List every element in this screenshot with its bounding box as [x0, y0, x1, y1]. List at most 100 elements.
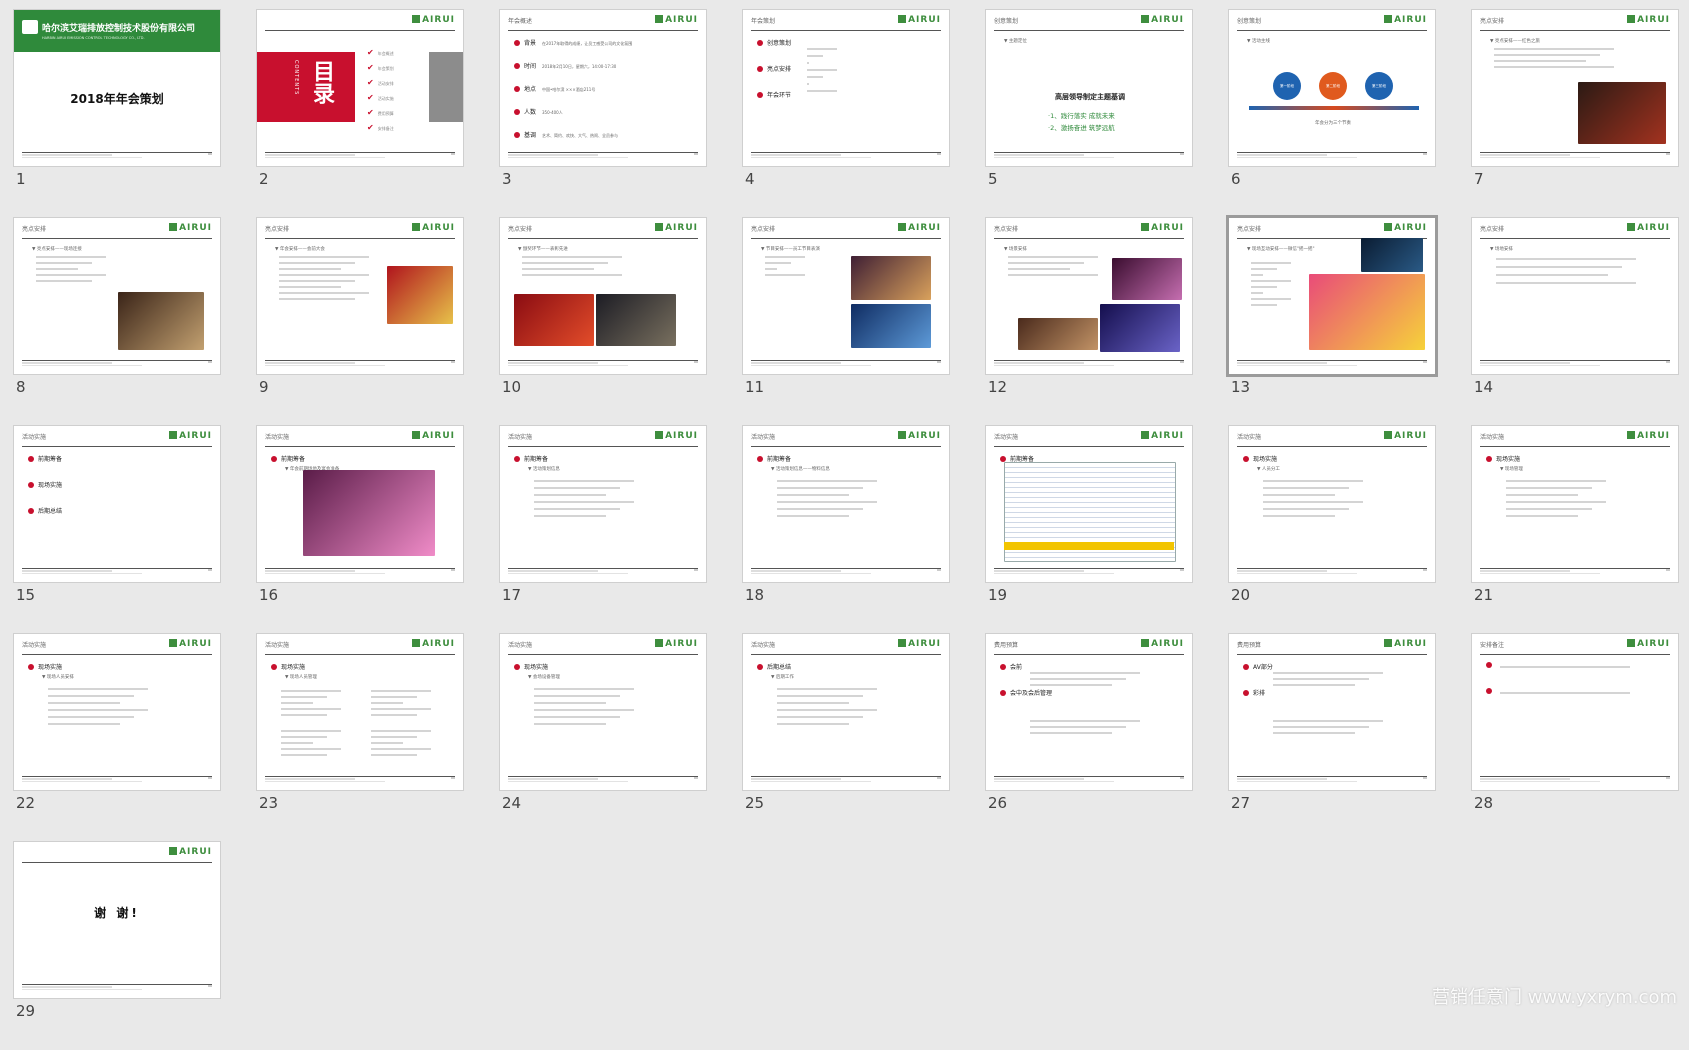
- slide-thumbnail-15[interactable]: 活动实施 AIRUI 前期筹备 现场实施 后期总结 15: [14, 426, 220, 634]
- slide-canvas[interactable]: 活动实施 AIRUI 后期总结 ▼ 后期工作: [743, 634, 949, 790]
- slide-thumbnail-22[interactable]: 活动实施 AIRUI 现场实施 ▼ 现场人员安排 22: [14, 634, 220, 842]
- sub-heading: ▼ 现场互动安排——微信"摇一摇": [1247, 247, 1315, 252]
- text-line: [36, 262, 92, 264]
- bullet-item: [1486, 662, 1496, 669]
- page-number: [208, 985, 212, 987]
- slide-thumbnail-21[interactable]: 活动实施 AIRUI 现场实施 ▼ 现场管理 21: [1472, 426, 1678, 634]
- slide-thumbnail-7[interactable]: 亮点安排 AIRUI ▼ 亮点安排——红色之旅 7: [1472, 10, 1678, 218]
- slide-canvas[interactable]: 亮点安排 AIRUI ▼ 亮点安排——红色之旅: [1472, 10, 1678, 166]
- slide-thumbnail-5[interactable]: 创意策划 AIRUI ▼ 主题定位 高层领导制定主题基调 ·1、践行落实 成就未来 ·2、…: [986, 10, 1192, 218]
- slide-canvas[interactable]: 亮点安排 AIRUI ▼ 场地安排: [1472, 218, 1678, 374]
- slide-canvas[interactable]: 活动实施 AIRUI 现场实施 ▼ 现场管理: [1472, 426, 1678, 582]
- slide-canvas[interactable]: 创意策划 AIRUI ▼ 活动主线 第一阶段 第二阶段 第三阶段 年会分为三个节奏: [1229, 10, 1435, 166]
- slide-section-title: 亮点安排: [508, 226, 533, 233]
- slide-thumbnail-28[interactable]: 安排备注 AIRUI 28: [1472, 634, 1678, 842]
- slide-thumbnail-27[interactable]: 费用预算 AIRUI AV部分 彩排 27: [1229, 634, 1435, 842]
- slide-canvas[interactable]: 活动实施 AIRUI 前期筹备 现场实施 后期总结: [14, 426, 220, 582]
- slide-thumbnail-4[interactable]: 年会策划 AIRUI 创意策划 亮点安排 年会环节 4: [743, 10, 949, 218]
- slide-section-title: 活动实施: [1237, 434, 1262, 441]
- airui-logo-icon: [1141, 15, 1150, 23]
- footer-text: [1237, 362, 1327, 364]
- slide-thumbnail-12[interactable]: 亮点安排 AIRUI ▼ 场景安排 12: [986, 218, 1192, 426]
- contents-item: ✔ 活动安排: [367, 78, 394, 87]
- slide-thumbnail-19[interactable]: 活动实施 AIRUI 前期筹备▼ 活动清单 19: [986, 426, 1192, 634]
- slide-footer: [22, 152, 212, 160]
- slide-canvas[interactable]: 费用预算 AIRUI AV部分 彩排: [1229, 634, 1435, 790]
- slide-canvas[interactable]: AIRUI 谢 谢!: [14, 842, 220, 998]
- text-line: [777, 688, 877, 690]
- slide-canvas[interactable]: AIRUI 目录 CONTENTS ✔ 年会概述 ✔ 年会策划 ✔ 活动安排 ✔ 活动实施 ✔ 费用预算…: [257, 10, 463, 166]
- slide-thumbnail-1[interactable]: 哈尔滨艾瑞排放控制技术股份有限公司 HARBIN AIRUI EMISSION C…: [14, 10, 220, 218]
- slide-thumbnail-2[interactable]: AIRUI 目录 CONTENTS ✔ 年会概述 ✔ 年会策划 ✔ 活动安排 ✔ 活动实施 ✔ 费用预算…: [257, 10, 463, 218]
- slide-canvas[interactable]: 年会策划 AIRUI 创意策划 亮点安排 年会环节: [743, 10, 949, 166]
- text-line: [279, 292, 369, 294]
- slide-thumbnail-10[interactable]: 亮点安排 AIRUI ▼ 颁奖环节——表彰先进 10: [500, 218, 706, 426]
- slide-canvas[interactable]: 活动实施 AIRUI 前期筹备▼ 年会前期场地及宴会准备: [257, 426, 463, 582]
- slide-canvas[interactable]: 亮点安排 AIRUI ▼ 节目安排——员工节目表演: [743, 218, 949, 374]
- slide-canvas[interactable]: 亮点安排 AIRUI ▼ 亮点安排——现场连接: [14, 218, 220, 374]
- page-number: [694, 361, 698, 363]
- slide-canvas[interactable]: 活动实施 AIRUI 现场实施 ▼ 现场人员安排: [14, 634, 220, 790]
- slide-thumbnail-18[interactable]: 活动实施 AIRUI 前期筹备 ▼ 活动策划信息——物料信息 18: [743, 426, 949, 634]
- slide-canvas[interactable]: 创意策划 AIRUI ▼ 主题定位 高层领导制定主题基调 ·1、践行落实 成就未来 ·2、…: [986, 10, 1192, 166]
- slide-thumbnail-20[interactable]: 活动实施 AIRUI 现场实施 ▼ 人员分工 20: [1229, 426, 1435, 634]
- slide-canvas[interactable]: 活动实施 AIRUI 现场实施 ▼ 人员分工: [1229, 426, 1435, 582]
- logo-text: AIRUI: [179, 639, 212, 649]
- text-line: [279, 262, 355, 264]
- slide-canvas[interactable]: 亮点安排 AIRUI ▼ 颁奖环节——表彰先进: [500, 218, 706, 374]
- slide-canvas[interactable]: 活动实施 AIRUI 前期筹备▼ 活动清单: [986, 426, 1192, 582]
- text-line: [807, 69, 837, 71]
- bullet-item: 年会环节: [757, 90, 791, 99]
- slide-thumbnail-9[interactable]: 亮点安排 AIRUI ▼ 年会安排——会前大会 9: [257, 218, 463, 426]
- text-line: [1008, 256, 1098, 258]
- slide-thumbnail-14[interactable]: 亮点安排 AIRUI ▼ 场地安排 14: [1472, 218, 1678, 426]
- slide-thumbnail-29[interactable]: AIRUI 谢 谢! 29: [14, 842, 220, 1050]
- page-number: [451, 777, 455, 779]
- slide-header: 创意策划 AIRUI: [994, 15, 1184, 31]
- text-line: [48, 716, 134, 718]
- text-line: [1494, 60, 1586, 62]
- slide-canvas[interactable]: 哈尔滨艾瑞排放控制技术股份有限公司 HARBIN AIRUI EMISSION C…: [14, 10, 220, 166]
- slide-thumbnail-17[interactable]: 活动实施 AIRUI 前期筹备 ▼ 活动策划信息 17: [500, 426, 706, 634]
- slide-thumbnail-25[interactable]: 活动实施 AIRUI 后期总结 ▼ 后期工作 25: [743, 634, 949, 842]
- slide-thumbnail-13[interactable]: 亮点安排 AIRUI ▼ 现场互动安排——微信"摇一摇" 13: [1229, 218, 1435, 426]
- slide-header: 亮点安排 AIRUI: [22, 223, 212, 239]
- slide-canvas[interactable]: 活动实施 AIRUI 现场实施 ▼ 会场设备管理: [500, 634, 706, 790]
- airui-logo: AIRUI: [169, 847, 212, 857]
- slide-section-title: 活动实施: [751, 642, 776, 649]
- slide-thumbnail-26[interactable]: 费用预算 AIRUI 会前 会中及会后管理 26: [986, 634, 1192, 842]
- slide-canvas[interactable]: 活动实施 AIRUI 前期筹备 ▼ 活动策划信息——物料信息: [743, 426, 949, 582]
- slide-thumbnail-16[interactable]: 活动实施 AIRUI 前期筹备▼ 年会前期场地及宴会准备 16: [257, 426, 463, 634]
- sub-heading: ▼ 主题定位: [1004, 39, 1027, 44]
- slide-footer: [751, 568, 941, 576]
- slide-canvas[interactable]: 活动实施 AIRUI 现场实施 ▼ 现场人员管理: [257, 634, 463, 790]
- slide-thumbnail-6[interactable]: 创意策划 AIRUI ▼ 活动主线 第一阶段 第二阶段 第三阶段 年会分为三个节奏 6: [1229, 10, 1435, 218]
- slide-canvas[interactable]: 费用预算 AIRUI 会前 会中及会后管理: [986, 634, 1192, 790]
- slide-canvas[interactable]: 活动实施 AIRUI 前期筹备 ▼ 活动策划信息: [500, 426, 706, 582]
- slide-canvas[interactable]: 亮点安排 AIRUI ▼ 现场互动安排——微信"摇一摇": [1229, 218, 1435, 374]
- text-line: [765, 268, 777, 270]
- slide-section-title: 活动实施: [508, 434, 533, 441]
- slide-thumbnail-8[interactable]: 亮点安排 AIRUI ▼ 亮点安排——现场连接 8: [14, 218, 220, 426]
- text-line: [1263, 515, 1335, 517]
- slide-thumbnail-23[interactable]: 活动实施 AIRUI 现场实施 ▼ 现场人员管理 23: [257, 634, 463, 842]
- footer-text: [265, 362, 355, 364]
- slide-thumbnail-24[interactable]: 活动实施 AIRUI 现场实施 ▼ 会场设备管理 24: [500, 634, 706, 842]
- slide-canvas[interactable]: 亮点安排 AIRUI ▼ 场景安排: [986, 218, 1192, 374]
- slide-thumbnail-3[interactable]: 年会概述 AIRUI 背景 在2017年取得的成绩，让员工感受公司的文化氛围 时间 201…: [500, 10, 706, 218]
- slide-number: 19: [988, 586, 1008, 604]
- text-line: [1030, 672, 1140, 674]
- slide-footer: [994, 360, 1184, 368]
- slide-header: 亮点安排 AIRUI: [1480, 15, 1670, 31]
- footer-subtext: [751, 573, 871, 574]
- check-icon: ✔: [367, 48, 374, 57]
- slide-thumbnail-11[interactable]: 亮点安排 AIRUI ▼ 节目安排——员工节目表演 11: [743, 218, 949, 426]
- text-line: [1506, 515, 1578, 517]
- slide-header: 亮点安排 AIRUI: [265, 223, 455, 239]
- slide-canvas[interactable]: 年会概述 AIRUI 背景 在2017年取得的成绩，让员工感受公司的文化氛围 时间 201…: [500, 10, 706, 166]
- bullet-dot-icon: [1486, 662, 1492, 668]
- slide-canvas[interactable]: 安排备注 AIRUI: [1472, 634, 1678, 790]
- slide-section-title: 活动实施: [22, 434, 47, 441]
- slide-canvas[interactable]: 亮点安排 AIRUI ▼ 年会安排——会前大会: [257, 218, 463, 374]
- slide-body: ▼ 节目安排——员工节目表演: [757, 244, 939, 358]
